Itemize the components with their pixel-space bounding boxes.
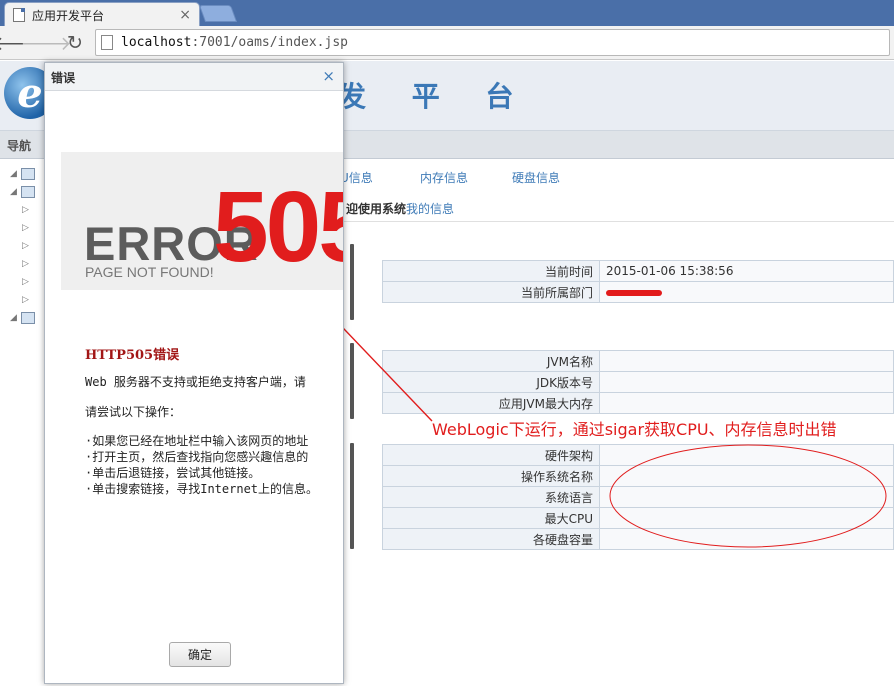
http-error-title: HTTP505错误	[85, 348, 180, 363]
row-label: 最大CPU	[382, 507, 600, 529]
forward-icon[interactable]: 🡒	[21, 31, 72, 55]
folder-icon	[20, 312, 35, 324]
new-tab-button[interactable]	[198, 5, 238, 22]
row-value	[599, 392, 894, 414]
row-value	[599, 350, 894, 372]
tree-node[interactable]: ▷	[10, 219, 46, 237]
error-subtitle: PAGE NOT FOUND!	[85, 264, 214, 280]
table-row: 最大CPU	[382, 507, 894, 529]
row-label: 各硬盘容量	[382, 528, 600, 550]
row-label: 系统语言	[382, 486, 600, 508]
row-label: 当前时间	[382, 260, 600, 282]
dialog-titlebar: 错误 ×	[45, 63, 343, 91]
tree-node[interactable]: ◢	[10, 309, 46, 327]
row-value	[599, 465, 894, 487]
time-dept-table: 当前时间 2015-01-06 15:38:56 当前所属部门	[382, 260, 894, 303]
tab-cpu-info[interactable]: U信息	[340, 169, 373, 186]
tree-node[interactable]: ▷	[10, 273, 46, 291]
folder-icon	[20, 168, 35, 180]
folder-icon	[20, 186, 35, 198]
redaction-scribble	[606, 289, 662, 296]
tree-node[interactable]: ◢	[10, 183, 46, 201]
nav-label: 导航	[7, 139, 32, 153]
table-row: 当前所属部门	[382, 281, 894, 303]
nav-tree: ◢ ◢ ▷ ▷ ▷ ▷ ▷ ▷ ◢	[10, 165, 46, 327]
table-row: 应用JVM最大内存	[382, 392, 894, 414]
row-value	[599, 507, 894, 529]
tree-node[interactable]: ▷	[10, 237, 46, 255]
tree-node[interactable]: ◢	[10, 165, 46, 183]
ok-button[interactable]: 确定	[169, 642, 231, 667]
section-marker	[350, 343, 354, 419]
address-bar[interactable]: localhost:7001/oams/index.jsp	[95, 29, 890, 56]
app-title: 发 平 台	[338, 80, 532, 113]
row-value: 2015-01-06 15:38:56	[599, 260, 894, 282]
error-code: 505	[213, 171, 343, 283]
suggestion-item: ·单击后退链接，尝试其他链接。	[85, 466, 261, 480]
dialog-title: 错误	[51, 71, 76, 85]
page-icon	[101, 35, 113, 50]
close-icon[interactable]: ×	[322, 67, 335, 85]
browser-tab-title: 应用开发平台	[32, 8, 105, 23]
error-banner: ERROR 505 PAGE NOT FOUND!	[61, 152, 343, 290]
reload-icon[interactable]: ↻	[63, 31, 87, 55]
row-label: 当前所属部门	[382, 281, 600, 303]
row-label: JVM名称	[382, 350, 600, 372]
tree-node[interactable]: ▷	[10, 255, 46, 273]
suggestion-item: ·打开主页，然后查找指向您感兴趣信息的	[85, 450, 309, 464]
row-value	[599, 486, 894, 508]
row-value	[599, 281, 894, 303]
url-text: localhost:7001/oams/index.jsp	[121, 35, 348, 50]
jvm-table: JVM名称 JDK版本号 应用JVM最大内存	[382, 350, 894, 414]
tab-close-icon[interactable]: ×	[179, 7, 191, 23]
table-row: 当前时间 2015-01-06 15:38:56	[382, 260, 894, 282]
welcome-line: 迎使用系统我的信息	[346, 200, 454, 217]
row-label: 操作系统名称	[382, 465, 600, 487]
row-value	[599, 371, 894, 393]
error-dialog: 错误 × ERROR 505 PAGE NOT FOUND! HTTP505错误…	[44, 62, 344, 684]
row-value	[599, 444, 894, 466]
welcome-text: 迎使用系统	[346, 202, 407, 216]
browser-toolbar: 🡐 🡒 ↻ localhost:7001/oams/index.jsp	[0, 26, 894, 60]
system-table: 硬件架构 操作系统名称 系统语言 最大CPU 各硬盘容量	[382, 444, 894, 550]
try-label: 请尝试以下操作：	[85, 405, 182, 419]
row-label: 应用JVM最大内存	[382, 392, 600, 414]
browser-tabstrip: 应用开发平台 ×	[0, 0, 894, 27]
section-marker	[350, 443, 354, 549]
row-label: 硬件架构	[382, 444, 600, 466]
table-row: JDK版本号	[382, 371, 894, 393]
tree-node[interactable]: ▷	[10, 201, 46, 219]
page-icon	[13, 8, 25, 22]
table-row: 硬件架构	[382, 444, 894, 466]
table-row: 操作系统名称	[382, 465, 894, 487]
browser-tab[interactable]: 应用开发平台 ×	[4, 2, 200, 27]
tab-memory-info[interactable]: 内存信息	[420, 169, 468, 186]
annotation-text: WebLogic下运行，通过sigar获取CPU、内存信息时出错	[432, 420, 837, 439]
suggestion-item: ·单击搜索链接，寻找Internet上的信息。	[85, 482, 319, 496]
divider	[344, 221, 894, 222]
row-label: JDK版本号	[382, 371, 600, 393]
row-value	[599, 528, 894, 550]
section-marker	[350, 244, 354, 320]
table-row: 各硬盘容量	[382, 528, 894, 550]
table-row: JVM名称	[382, 350, 894, 372]
tab-disk-info[interactable]: 硬盘信息	[512, 169, 560, 186]
suggestion-item: ·如果您已经在地址栏中输入该网页的地址	[85, 434, 309, 448]
error-message: Web 服务器不支持或拒绝支持客户端，请	[85, 375, 306, 389]
my-info-link[interactable]: 我的信息	[406, 202, 454, 216]
table-row: 系统语言	[382, 486, 894, 508]
tree-node[interactable]: ▷	[10, 291, 46, 309]
